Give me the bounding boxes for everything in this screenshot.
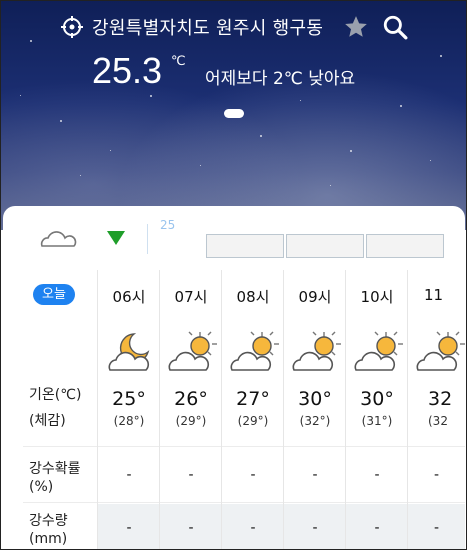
hour-column[interactable]: 08시 27° (29°) - -: [221, 270, 284, 550]
star-icon[interactable]: [343, 14, 369, 40]
forecast-strip: 25: [3, 206, 465, 262]
current-temperature: 25.3: [92, 50, 163, 91]
moon-cloud-icon: [108, 333, 150, 371]
sun-cloud-icon: [168, 331, 217, 371]
feels-label: (체감): [29, 413, 66, 429]
strip-tab-1[interactable]: [206, 234, 284, 258]
search-icon[interactable]: [382, 14, 408, 40]
hour-precip-amt: -: [312, 520, 318, 536]
hour-precip-amt: -: [374, 520, 380, 536]
hourly-columns[interactable]: 06시 25° (28°) - - 07시 26° (29°) - - 08시 …: [97, 270, 465, 550]
hour-precip-prob: -: [250, 467, 256, 483]
cloud-icon: [40, 231, 77, 247]
hour-precip-prob: -: [126, 467, 132, 483]
hour-label: 10시: [360, 288, 394, 306]
hour-temp: 30°: [360, 388, 394, 410]
sun-cloud-icon: [292, 331, 341, 371]
temp-label: 기온(℃): [29, 387, 82, 403]
hour-temp: 27°: [236, 388, 270, 410]
strip-divider: [147, 224, 148, 254]
sun-cloud-icon: [354, 331, 403, 371]
strip-tab-3[interactable]: [366, 234, 444, 258]
strip-tab-2[interactable]: [286, 234, 364, 258]
hourly-forecast-card: 25 오늘 기온(℃) (체감) 강수확률 (%) 강수량 (mm) 06시 2…: [3, 206, 465, 550]
hour-temp: 32: [428, 388, 453, 410]
hour-column[interactable]: 06시 25° (28°) - -: [97, 270, 160, 550]
hour-feels: (29°): [175, 414, 207, 428]
sun-cloud-icon: [416, 331, 465, 371]
hour-temp: 25°: [112, 388, 146, 410]
hour-feels: (32°): [299, 414, 331, 428]
page-indicator[interactable]: [224, 109, 244, 118]
hour-feels: (29°): [237, 414, 269, 428]
hour-label: 07시: [174, 288, 208, 306]
temperature-unit: ℃: [171, 54, 186, 69]
temperature-comparison: 어제보다 2℃ 낮아요: [205, 69, 356, 89]
hour-label: 06시: [112, 288, 146, 306]
hour-precip-amt: -: [126, 520, 132, 536]
sun-cloud-icon: [230, 331, 279, 371]
selected-triangle-icon: [107, 231, 125, 245]
hour-precip-prob: -: [434, 467, 440, 483]
hour-precip-amt: -: [250, 520, 256, 536]
strip-partial-text: 25: [160, 218, 176, 232]
hour-feels: (28°): [113, 414, 145, 428]
today-badge[interactable]: 오늘: [33, 284, 75, 305]
hour-label: 11: [424, 286, 444, 304]
gps-icon[interactable]: [60, 15, 84, 39]
hour-temp: 30°: [298, 388, 332, 410]
hour-precip-amt: -: [434, 520, 440, 536]
precip-amt-label: 강수량: [29, 513, 68, 529]
precip-prob-unit: (%): [29, 479, 54, 495]
hour-feels: (31°): [361, 414, 393, 428]
precip-amt-unit: (mm): [29, 531, 68, 547]
precip-prob-label: 강수확률: [29, 461, 81, 477]
hour-column[interactable]: 10시 30° (31°) - -: [345, 270, 408, 550]
hour-precip-prob: -: [374, 467, 380, 483]
hour-label: 09시: [298, 288, 332, 306]
hour-precip-amt: -: [188, 520, 194, 536]
hour-temp: 26°: [174, 388, 208, 410]
hour-feels: (32: [428, 414, 448, 428]
hour-precip-prob: -: [188, 467, 194, 483]
hour-column[interactable]: 11 32 (32 - -: [407, 270, 465, 550]
location-name[interactable]: 강원특별자치도 원주시 행구동: [92, 14, 323, 40]
hour-column[interactable]: 09시 30° (32°) - -: [283, 270, 346, 550]
hour-precip-prob: -: [312, 467, 318, 483]
hour-label: 08시: [236, 288, 270, 306]
header-sky: 강원특별자치도 원주시 행구동 25.3 ℃ 어제보다 2℃ 낮아요: [0, 0, 467, 230]
hour-column[interactable]: 07시 26° (29°) - -: [159, 270, 222, 550]
